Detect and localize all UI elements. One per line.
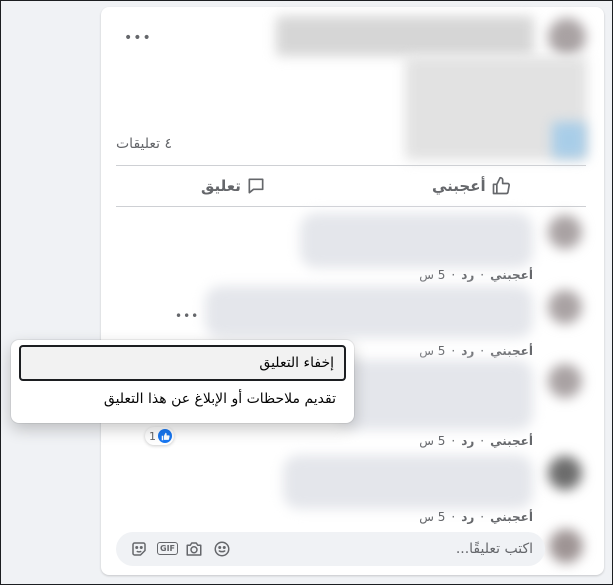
commenter-avatar[interactable]: [548, 215, 582, 249]
reaction-count: 1: [149, 429, 156, 443]
report-comment-menu-item[interactable]: تقديم ملاحظات أو الإبلاغ عن هذا التعليق: [19, 381, 346, 417]
divider: [116, 165, 586, 166]
comment-like-link[interactable]: أعجبني: [490, 268, 533, 282]
comment-button[interactable]: تعليق: [201, 176, 266, 196]
post-more-options-button[interactable]: •••: [124, 31, 152, 45]
divider: [116, 206, 586, 207]
comment-context-menu: إخفاء التعليق تقديم ملاحظات أو الإبلاغ ع…: [11, 340, 354, 423]
commenter-avatar[interactable]: [548, 456, 582, 490]
comment-time[interactable]: 5 س: [419, 268, 445, 282]
comment-like-link[interactable]: أعجبني: [490, 344, 533, 358]
comment-bubble: [300, 213, 533, 268]
comment-reply-link[interactable]: رد: [461, 434, 474, 448]
dot-separator: ·: [480, 268, 485, 282]
comment-bubble: [283, 455, 533, 509]
comment-input[interactable]: اكتب تعليقًا...: [456, 532, 533, 566]
thumbs-up-icon: [492, 176, 510, 195]
comment-time[interactable]: 5 س: [419, 510, 445, 524]
hide-comment-menu-item[interactable]: إخفاء التعليق: [19, 345, 346, 381]
dot-separator: ·: [451, 434, 456, 448]
comment-bubble: [340, 360, 533, 430]
dot-separator: ·: [480, 344, 485, 358]
comment-reply-link[interactable]: رد: [461, 510, 474, 524]
comment-actions: أعجبني · رد · 5 س: [419, 344, 533, 358]
comment-actions: أعجبني · رد · 5 س: [419, 510, 533, 524]
like-icon: [158, 429, 172, 443]
comments-count[interactable]: ٤ تعليقات: [116, 136, 172, 152]
sticker-icon[interactable]: [130, 540, 148, 558]
comment-time[interactable]: 5 س: [419, 344, 445, 358]
emoji-icon[interactable]: [213, 540, 231, 558]
gif-icon[interactable]: GIF: [157, 542, 179, 555]
comment-actions: أعجبني · رد · 5 س: [419, 434, 533, 448]
camera-icon[interactable]: [185, 540, 203, 558]
comment-like-link[interactable]: أعجبني: [490, 434, 533, 448]
like-label: أعجبني: [432, 177, 486, 195]
like-button[interactable]: أعجبني: [432, 176, 511, 196]
comment-reaction-badge[interactable]: 1: [145, 427, 174, 445]
comment-icon: [248, 178, 264, 194]
dot-separator: ·: [480, 434, 485, 448]
comment-time[interactable]: 5 س: [419, 434, 445, 448]
dot-separator: ·: [451, 268, 456, 282]
comment-reply-link[interactable]: رد: [461, 268, 474, 282]
post-author-avatar[interactable]: [548, 18, 586, 56]
comment-like-link[interactable]: أعجبني: [490, 510, 533, 524]
dot-separator: ·: [480, 510, 485, 524]
post-image-blurred: [552, 122, 586, 158]
dot-separator: ·: [451, 510, 456, 524]
comment-bubble: [205, 286, 533, 338]
comment-composer[interactable]: اكتب تعليقًا... GIF: [116, 532, 545, 566]
commenter-avatar[interactable]: [548, 364, 582, 398]
post-content-blurred: [276, 16, 534, 56]
comment-label: تعليق: [201, 177, 241, 195]
dot-separator: ·: [451, 344, 456, 358]
comment-reply-link[interactable]: رد: [461, 344, 474, 358]
current-user-avatar[interactable]: [549, 529, 583, 563]
commenter-avatar[interactable]: [548, 290, 582, 324]
comment-actions: أعجبني · رد · 5 س: [419, 268, 533, 282]
comment-more-options-button[interactable]: •••: [175, 309, 199, 323]
